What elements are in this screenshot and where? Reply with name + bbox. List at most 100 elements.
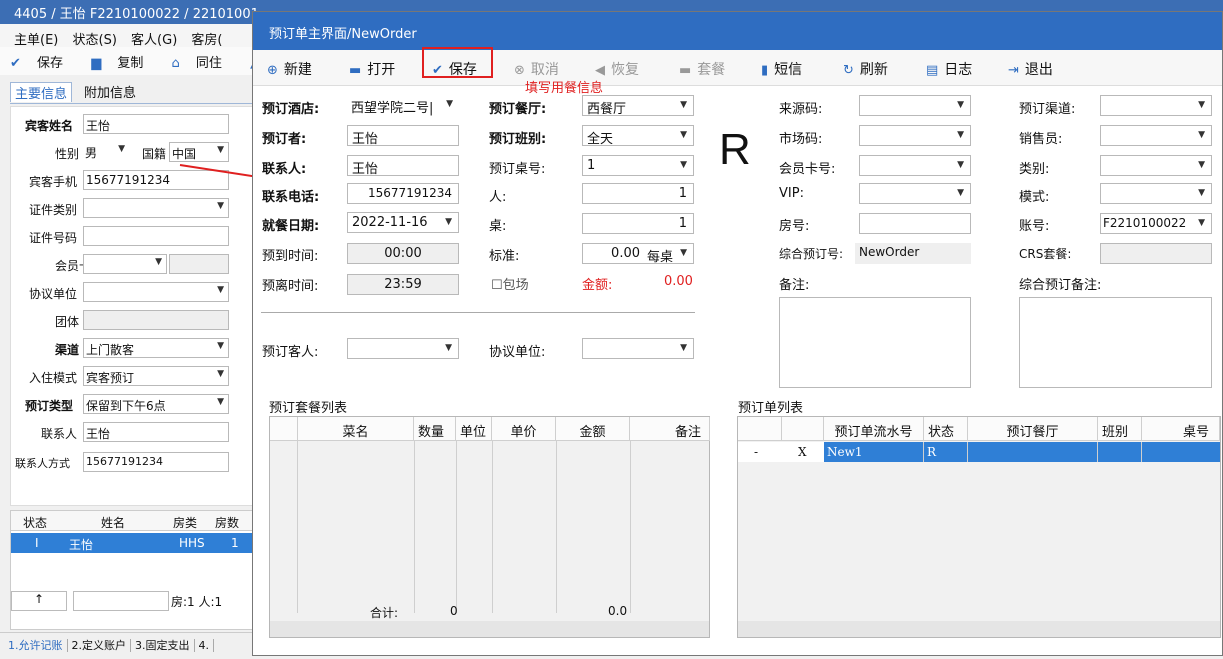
account-select[interactable]: F2210100022 ▼ — [1100, 213, 1212, 234]
exit-icon: ⇥ — [1008, 63, 1019, 78]
total-amount: 0.0 — [608, 604, 628, 618]
sms-button[interactable]: ▮ 短信 — [761, 59, 802, 79]
log-button[interactable]: ▤ 日志 — [926, 59, 972, 79]
resv-type-select[interactable]: 保留到下午6点 ▼ — [83, 394, 229, 414]
tables-field[interactable]: 1 — [582, 213, 694, 234]
member-select[interactable]: ▼ — [859, 155, 971, 176]
refresh-button[interactable]: ↻ 刷新 — [843, 59, 888, 79]
contact-label: 联系人: — [262, 162, 307, 177]
col-remark: 备注 — [630, 417, 710, 441]
room-field[interactable] — [859, 213, 971, 234]
menu-item-status[interactable]: 状态(S) — [73, 33, 117, 47]
bg-share-button[interactable]: ⌂ 同住 — [172, 56, 234, 71]
booker-field[interactable]: 王怡 — [347, 125, 459, 146]
open-button[interactable]: ▬ 打开 — [349, 59, 395, 79]
highlight-box — [422, 47, 493, 78]
leave-time-field[interactable]: 23:59 — [347, 274, 459, 295]
gender-select[interactable]: 男 ▼ — [83, 142, 129, 162]
shift-select[interactable]: 全天 ▼ — [582, 125, 694, 146]
menu-item-room[interactable]: 客房( — [191, 33, 222, 47]
standard-field[interactable]: 0.00 每桌 ▼ — [582, 243, 694, 264]
market-select[interactable]: ▼ — [859, 125, 971, 146]
sales-select[interactable]: ▼ — [1100, 125, 1212, 146]
combined-remark-textarea[interactable] — [1019, 297, 1212, 388]
tab-allow-charge[interactable]: 1.允许记账 — [4, 639, 68, 652]
order-dialog: 预订单主界面/NewOrder ⊕ 新建 ▬ 打开 ✔ 保存 ⊗ 取消 ◀ 恢复 ▬ 套餐 … — [252, 11, 1223, 656]
chevron-down-icon: ▼ — [1198, 188, 1205, 198]
row-checkin: 入住模式 宾客预订 ▼ — [11, 365, 261, 387]
menu-item-guest[interactable]: 客人(G) — [131, 33, 177, 47]
room-summary: 房:1 人:1 — [171, 595, 223, 609]
chevron-down-icon: ▼ — [957, 100, 964, 110]
package-button[interactable]: ▬ 套餐 — [679, 59, 725, 79]
agree-select[interactable]: ▼ — [582, 338, 694, 359]
shift-label: 预订班别: — [489, 132, 547, 147]
channel-select[interactable]: ▼ — [1100, 95, 1212, 116]
scrollbar[interactable] — [738, 621, 1220, 637]
id-no-field[interactable] — [83, 226, 229, 246]
annotation-hint: 填写用餐信息 — [525, 81, 604, 96]
chevron-down-icon: ▼ — [217, 369, 224, 379]
delete-button[interactable]: X — [798, 445, 807, 459]
col-serial: 预订单流水号 — [824, 417, 924, 441]
row-contact-way: 联系人方式 15677191234 — [11, 451, 261, 473]
contact-field[interactable]: 王怡 — [347, 155, 459, 176]
row-resv-type: 预订类型 保留到下午6点 ▼ — [11, 393, 261, 415]
chevron-down-icon: ▼ — [217, 201, 224, 211]
people-label: 人: — [489, 190, 507, 205]
category-select[interactable]: ▼ — [1100, 155, 1212, 176]
booker-label: 预订者: — [262, 132, 307, 147]
order-list-title: 预订单列表 — [738, 401, 804, 416]
new-button[interactable]: ⊕ 新建 — [267, 59, 312, 79]
remark-textarea[interactable] — [779, 297, 971, 388]
exit-button[interactable]: ⇥ 退出 — [1008, 59, 1053, 79]
date-label: 就餐日期: — [262, 219, 320, 234]
restore-button[interactable]: ◀ 恢复 — [595, 59, 639, 79]
agreement-select[interactable]: ▼ — [83, 282, 229, 302]
chevron-down-icon: ▼ — [680, 160, 687, 170]
up-button[interactable]: ↑ — [11, 591, 67, 611]
total-label: 合计: — [370, 606, 399, 620]
member-select[interactable]: ▼ — [83, 254, 167, 274]
cancel-button[interactable]: ⊗ 取消 — [514, 59, 559, 79]
contact-field[interactable]: 王怡 — [83, 422, 229, 442]
checkbox-icon: ☐ — [491, 278, 503, 293]
id-type-select[interactable]: ▼ — [83, 198, 229, 218]
search-field[interactable] — [73, 591, 169, 611]
table-no-select[interactable]: 1 ▼ — [582, 155, 694, 176]
restaurant-label: 预订餐厅: — [489, 102, 547, 117]
guest-name-field[interactable]: 王怡 — [83, 114, 229, 134]
scrollbar[interactable] — [270, 621, 709, 637]
arrive-time-field[interactable]: 00:00 — [347, 243, 459, 264]
tab-4[interactable]: 4. — [194, 639, 214, 652]
source-select[interactable]: ▼ — [859, 95, 971, 116]
vip-select[interactable]: ▼ — [859, 183, 971, 204]
date-picker[interactable]: 2022-11-16 ▼ — [347, 212, 459, 233]
tab-main-info[interactable]: 主要信息 — [10, 82, 73, 102]
bg-copy-button[interactable]: ▆ 复制 — [91, 56, 155, 71]
tab-fixed-expense[interactable]: 3.固定支出 — [131, 639, 195, 652]
restaurant-select[interactable]: 西餐厅 ▼ — [582, 95, 694, 116]
guest-select[interactable]: ▼ — [347, 338, 459, 359]
tab-define-account[interactable]: 2.定义账户 — [67, 639, 131, 652]
menu-item-main[interactable]: 主单(E) — [14, 33, 58, 47]
chart-icon: ▮ — [761, 63, 769, 78]
phone-field[interactable]: 15677191234 — [347, 183, 459, 204]
channel-select[interactable]: 上门散客 ▼ — [83, 338, 229, 358]
collapse-button[interactable]: - — [754, 445, 758, 459]
tables-label: 桌: — [489, 219, 507, 234]
country-select[interactable]: 中国 ▼ — [169, 142, 229, 162]
table-row[interactable]: I 王怡 HHS 1 — [11, 533, 259, 553]
table-row[interactable]: New1 R — [824, 442, 1220, 462]
bg-save-button[interactable]: ✔ 保存 — [10, 56, 75, 71]
group-field[interactable] — [83, 310, 229, 330]
charter-checkbox[interactable]: ☐包场 — [491, 274, 529, 293]
divider — [261, 312, 695, 313]
checkin-mode-select[interactable]: 宾客预订 ▼ — [83, 366, 229, 386]
tab-extra-info[interactable]: 附加信息 — [80, 82, 140, 101]
contact-way-field[interactable]: 15677191234 — [83, 452, 229, 472]
mode-select[interactable]: ▼ — [1100, 183, 1212, 204]
combined-label: 综合预订号: — [779, 247, 844, 261]
people-field[interactable]: 1 — [582, 183, 694, 204]
hotel-select[interactable]: 西望学院二号| ▼ — [347, 95, 459, 116]
